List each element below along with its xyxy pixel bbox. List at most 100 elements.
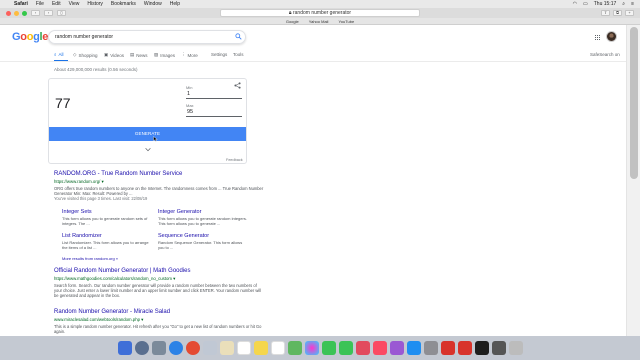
back-button[interactable]: ‹ [31, 10, 40, 16]
address-bar[interactable]: 🔒︎ random number generator [220, 9, 420, 17]
tab-label: News [136, 52, 148, 58]
acrobat-icon[interactable] [440, 341, 455, 355]
menu-view[interactable]: View [69, 1, 80, 7]
menu-help[interactable]: Help [170, 1, 180, 7]
search-icon[interactable] [235, 33, 242, 40]
maps-icon[interactable] [287, 341, 302, 355]
chrome-icon[interactable] [185, 341, 200, 355]
system-preferences-icon[interactable] [423, 341, 438, 355]
result-snippet: Search form. Search. Our random number g… [54, 282, 262, 299]
calendar-icon[interactable] [236, 341, 251, 355]
battery-icon[interactable]: ▭ [583, 1, 588, 7]
sitelink-desc: This form allows you to generate random … [62, 216, 148, 226]
safari-icon[interactable] [168, 341, 183, 355]
tag-icon: ◇ [73, 52, 77, 57]
sitelink-title[interactable]: Integer Generator [158, 209, 248, 215]
rng-widget: 77 Min 1 Max 95 GENERATE [48, 78, 247, 164]
safesearch-status[interactable]: SafeSearch on [590, 52, 620, 57]
tab-label: Videos [110, 52, 124, 58]
tab-settings[interactable]: Settings [211, 52, 227, 57]
header-divider [0, 61, 626, 62]
sitelink-title[interactable]: List Randomizer [62, 233, 152, 239]
feedback-link[interactable]: Feedback [226, 158, 243, 162]
sitelink-title[interactable]: Integer Sets [62, 209, 152, 215]
result-url[interactable]: https://www.random.org/ ▾ [54, 179, 264, 185]
favorite-youtube[interactable]: YouTube [338, 19, 354, 24]
launchpad-icon[interactable] [151, 341, 166, 355]
tab-label: Tools [233, 52, 244, 57]
search-result: RANDOM.ORG - True Random Number Service … [54, 171, 264, 202]
facetime-icon[interactable] [338, 341, 353, 355]
tab-images[interactable]: ▨ Images [154, 52, 175, 58]
zoom-window-button[interactable] [22, 10, 27, 16]
favorite-yahoo-mail[interactable]: Yahoo Mail [309, 19, 329, 24]
results-count: About 429,000,000 results (0.56 seconds) [54, 67, 138, 72]
forward-button[interactable]: › [44, 10, 53, 16]
close-window-button[interactable] [6, 10, 11, 16]
new-tab-button[interactable]: + [625, 10, 634, 16]
menu-file[interactable]: File [36, 1, 44, 7]
menu-history[interactable]: History [87, 1, 103, 7]
result-url[interactable]: https://www.mathgoodies.com/calculators/… [54, 276, 264, 282]
photos-icon[interactable] [304, 341, 319, 355]
control-center-icon[interactable]: ≡ [631, 1, 634, 7]
tab-videos[interactable]: ▣ Videos [104, 52, 124, 58]
menu-edit[interactable]: Edit [52, 1, 61, 7]
tabs-button[interactable]: ⧉ [613, 10, 622, 16]
google-logo[interactable]: Google [12, 31, 48, 43]
mail-icon[interactable] [202, 341, 217, 355]
min-input[interactable]: 1 [186, 90, 242, 99]
contacts-icon[interactable] [219, 341, 234, 355]
search-result: Official Random Number Generator | Math … [54, 268, 264, 299]
generate-button[interactable]: GENERATE [49, 127, 246, 141]
app-store-icon[interactable] [406, 341, 421, 355]
result-title[interactable]: Official Random Number Generator | Math … [54, 268, 264, 274]
browser-toolbar: ‹ › ▯ 🔒︎ random number generator ⇪ ⧉ + [0, 8, 640, 18]
tab-news[interactable]: ▤ News [130, 52, 148, 58]
reminders-icon[interactable] [270, 341, 285, 355]
sidebar-toggle-button[interactable]: ▯ [57, 10, 66, 16]
menu-bookmarks[interactable]: Bookmarks [111, 1, 136, 7]
scrollbar-thumb[interactable] [630, 27, 638, 179]
menu-window[interactable]: Window [144, 1, 162, 7]
finder-icon[interactable] [117, 341, 132, 355]
menu-app-name[interactable]: Safari [14, 1, 28, 7]
result-url[interactable]: www.miraclesalad.com/webtools/random.php… [54, 317, 264, 323]
share-icon[interactable] [234, 82, 241, 89]
result-title[interactable]: RANDOM.ORG - True Random Number Service [54, 171, 264, 177]
mouse-cursor-icon [153, 136, 158, 142]
tab-more[interactable]: ⋮ More [181, 52, 198, 58]
search-input[interactable]: random number generator [48, 30, 246, 44]
tab-all[interactable]: ⌕ All [54, 52, 64, 57]
trash-icon[interactable] [508, 341, 523, 355]
messages-icon[interactable] [321, 341, 336, 355]
tab-shopping[interactable]: ◇ Shopping [73, 52, 98, 58]
tab-tools[interactable]: Tools [233, 52, 244, 57]
menu-clock[interactable]: Thu 15:17 [594, 1, 617, 7]
video-icon: ▣ [104, 52, 109, 57]
menu-bar: Safari File Edit View History Bookmarks … [0, 0, 640, 8]
max-input[interactable]: 95 [186, 108, 242, 117]
siri-icon[interactable] [134, 341, 149, 355]
wifi-icon[interactable]: ◠ [573, 1, 577, 7]
minimize-window-button[interactable] [14, 10, 19, 16]
notes-icon[interactable] [253, 341, 268, 355]
news-app-icon[interactable] [355, 341, 370, 355]
search-result: Random Number Generator - Miracle Salad … [54, 309, 264, 334]
sitelink-title[interactable]: Sequence Generator [158, 233, 248, 239]
podcasts-icon[interactable] [389, 341, 404, 355]
share-button[interactable]: ⇪ [601, 10, 610, 16]
avatar[interactable] [606, 31, 617, 42]
favorite-google[interactable]: Google [286, 19, 299, 24]
result-title[interactable]: Random Number Generator - Miracle Salad [54, 309, 264, 315]
pdf-app-icon[interactable] [457, 341, 472, 355]
music-icon[interactable] [372, 341, 387, 355]
google-apps-icon[interactable] [594, 34, 600, 40]
more-results-link[interactable]: More results from random.org » [62, 256, 118, 261]
downloads-folder-icon[interactable] [491, 341, 506, 355]
chevron-down-icon[interactable] [145, 147, 151, 152]
terminal-icon[interactable] [474, 341, 489, 355]
spotlight-icon[interactable]: ⌕ [622, 1, 625, 7]
dock [0, 336, 640, 360]
page-scrollbar[interactable] [626, 25, 640, 336]
